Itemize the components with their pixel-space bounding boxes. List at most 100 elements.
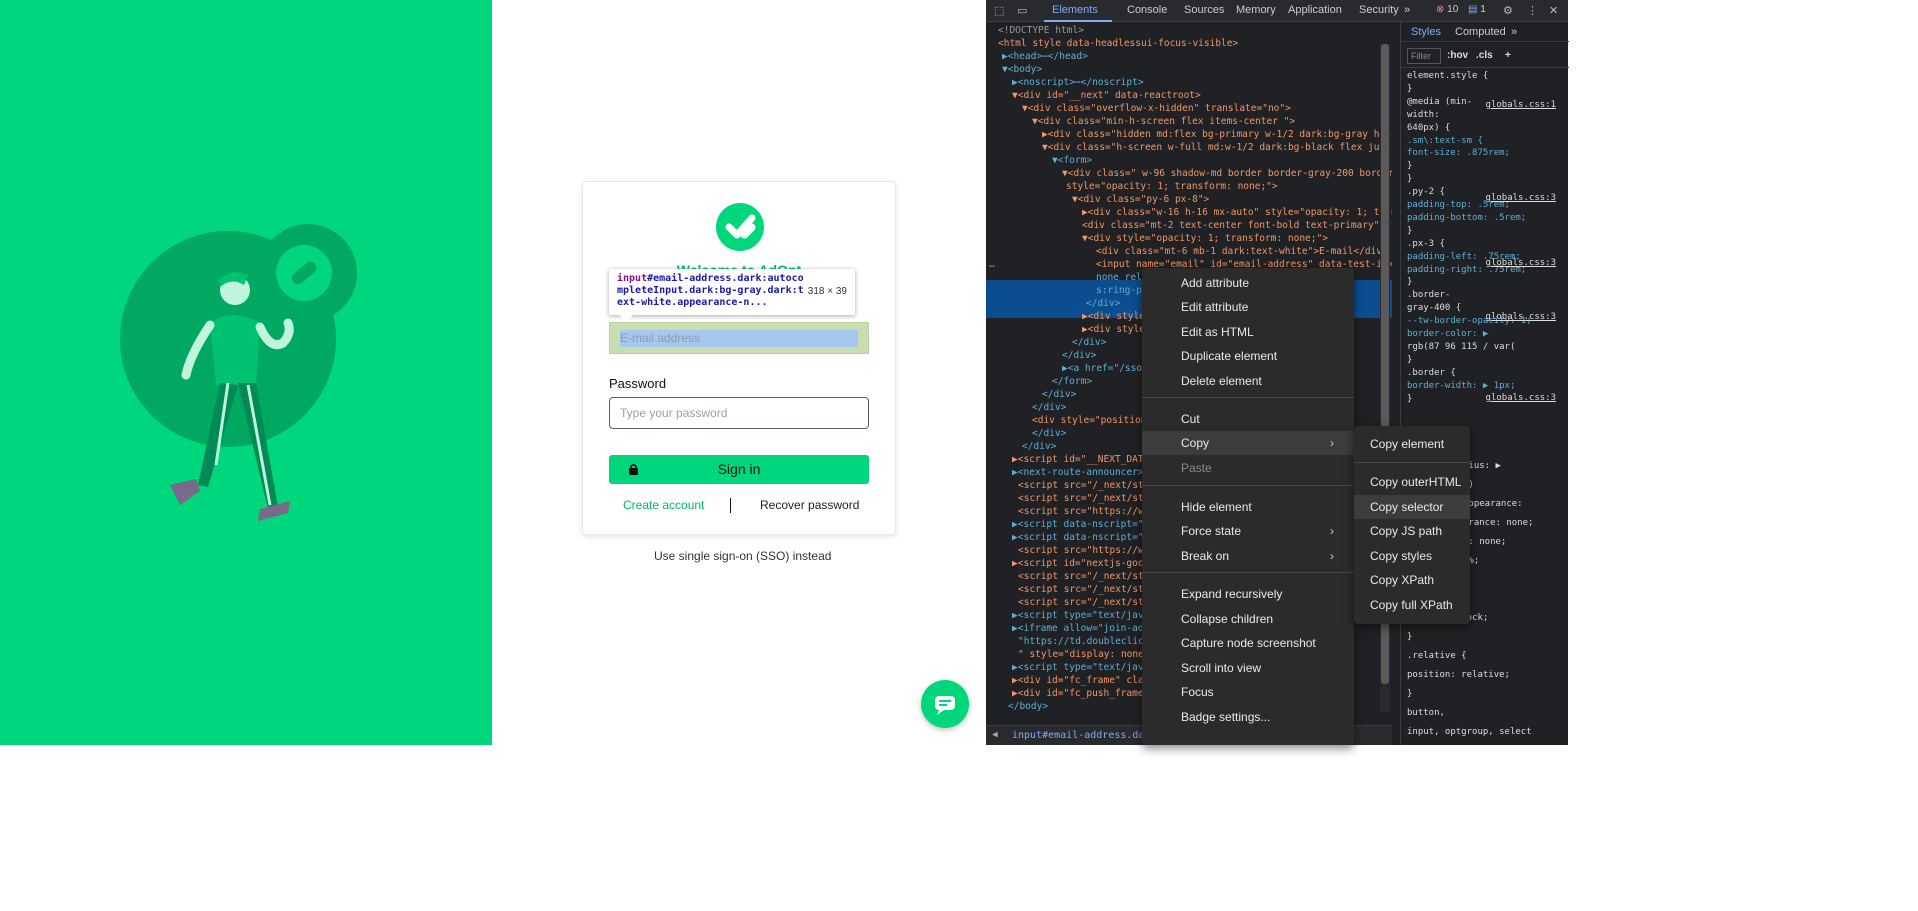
dom-node-line[interactable]: ▶<a href="/sso/ <box>1062 362 1148 375</box>
dom-node-line[interactable]: </form> <box>1052 375 1092 388</box>
more-tabs-button[interactable]: » <box>1404 4 1410 16</box>
inspect-element-icon[interactable]: ⬚ <box>994 4 1004 17</box>
context-menu-item[interactable]: Force state › <box>1142 519 1354 543</box>
dom-node-line[interactable]: style="opacity: 1; transform: none;"> <box>1066 180 1278 193</box>
dom-node-line[interactable]: ▶<script id="nextjs-goog <box>1012 557 1149 570</box>
selected-node-ellipsis[interactable]: … <box>989 258 995 271</box>
dom-node-line[interactable]: ▼<div class="py-6 px-8"> <box>1072 193 1209 206</box>
style-rule-line[interactable]: input, optgroup, select <box>1407 726 1532 739</box>
style-rule-line[interactable]: width: <box>1407 109 1440 122</box>
dom-node-line[interactable]: </div> <box>1072 336 1106 349</box>
stylesheet-link[interactable]: globals.css:1 <box>1486 100 1556 110</box>
style-rule-line[interactable]: @media (min- <box>1407 96 1472 109</box>
style-rule-line[interactable]: .relative { <box>1407 650 1467 663</box>
dom-node-line[interactable]: ▶<div class="w-16 h-16 mx-auto" style="o… <box>1082 206 1392 219</box>
style-rule-line[interactable]: element.style { <box>1407 70 1488 83</box>
messages-badge[interactable]: ▤ 1 <box>1468 4 1486 15</box>
dom-node-line[interactable]: ▼<div class="h-screen w-full md:w-1/2 da… <box>1042 141 1392 154</box>
tab-computed[interactable]: Computed <box>1455 26 1506 38</box>
settings-gear-icon[interactable]: ⚙ <box>1503 4 1513 17</box>
device-toolbar-icon[interactable]: ▭ <box>1017 4 1027 17</box>
tab-security[interactable]: Security <box>1359 4 1399 16</box>
tab-styles[interactable]: Styles <box>1411 26 1441 38</box>
tab-console[interactable]: Console <box>1127 4 1167 16</box>
dom-node-line[interactable]: ▼<div id="__next" data-reactroot> <box>1012 89 1201 102</box>
context-menu-item[interactable]: Scroll into view <box>1142 656 1354 680</box>
tab-memory[interactable]: Memory <box>1236 4 1276 16</box>
style-rule-line[interactable]: border-color: ▶ <box>1407 328 1488 341</box>
context-menu-item[interactable]: Edit as HTML <box>1142 320 1354 344</box>
context-menu-item[interactable]: Badge settings... <box>1142 705 1354 729</box>
style-rule-line[interactable]: } <box>1407 173 1412 186</box>
style-rule-line[interactable]: .py-2 { <box>1407 186 1445 199</box>
dom-node-line[interactable]: ▶<script data-nscript="a <box>1012 531 1149 544</box>
copy-submenu-item[interactable]: Copy full XPath <box>1354 593 1470 617</box>
dom-node-line[interactable]: ▶<script id="__NEXT_DATA <box>1012 453 1149 466</box>
dom-node-line[interactable]: </div> <box>1042 388 1076 401</box>
context-menu-item[interactable]: Hide element <box>1142 495 1354 519</box>
stylesheet-link[interactable]: globals.css:3 <box>1486 258 1556 268</box>
breadcrumb-left-arrow[interactable]: ◀ <box>992 729 998 740</box>
copy-submenu-item[interactable]: Copy element <box>1354 432 1470 456</box>
kebab-menu-icon[interactable]: ⋮ <box>1527 4 1538 17</box>
dom-node-line[interactable]: </div> <box>1032 401 1066 414</box>
dom-node-line[interactable]: <script src="/_next/sta <box>1018 570 1150 583</box>
dom-node-line[interactable]: ▼<div class=" w-96 shadow-md border bord… <box>1062 167 1392 180</box>
copy-submenu-item[interactable]: Copy outerHTML <box>1354 470 1470 494</box>
styles-filter-input[interactable]: Filter <box>1407 48 1441 64</box>
dom-node-line[interactable]: </body> <box>1008 700 1048 712</box>
style-rule-line[interactable]: border-width: ▶ 1px; <box>1407 380 1515 393</box>
style-rule-line[interactable]: padding-bottom: .5rem; <box>1407 212 1526 225</box>
style-rule-line[interactable]: } <box>1407 276 1412 289</box>
dom-node-line[interactable]: ▶<script type="text/java <box>1012 661 1149 674</box>
dom-node-line[interactable]: ▼<div style="opacity: 1; transform: none… <box>1082 232 1328 245</box>
style-rule-line[interactable]: .px-3 { <box>1407 238 1445 251</box>
dom-node-line[interactable]: ▶<div class="hidden md:flex bg-primary w… <box>1042 128 1392 141</box>
email-field[interactable]: E-mail address <box>609 322 869 354</box>
dom-node-line[interactable]: </div> <box>1062 349 1096 362</box>
password-field[interactable]: Type your password <box>609 397 869 429</box>
tab-sources[interactable]: Sources <box>1184 4 1224 16</box>
context-menu-item[interactable]: Delete element <box>1142 369 1354 393</box>
dom-node-line[interactable]: <script src="https://ww <box>1018 544 1150 557</box>
context-menu-item[interactable]: Edit attribute <box>1142 295 1354 319</box>
style-rule-line[interactable]: rgb(87 96 115 / var( <box>1407 341 1515 354</box>
dom-node-line[interactable]: <div class="mt-2 text-center font-bold t… <box>1082 219 1392 232</box>
context-menu-item[interactable]: Focus <box>1142 680 1354 704</box>
style-rule-line[interactable]: appearance: <box>1463 498 1523 511</box>
chat-widget-button[interactable] <box>921 680 969 728</box>
dom-node-line[interactable]: ▶<div style <box>1082 310 1145 323</box>
dom-node-line[interactable]: " style="display: none; <box>1018 648 1150 661</box>
context-menu-item[interactable]: Break on › <box>1142 544 1354 568</box>
hover-state-button[interactable]: :hov <box>1447 50 1468 61</box>
style-rule-line[interactable]: } <box>1407 83 1412 96</box>
dom-node-line[interactable]: <div class="mt-6 mb-1 dark:text-white">E… <box>1096 245 1388 258</box>
context-menu-item[interactable]: Collapse children <box>1142 607 1354 631</box>
dom-node-line[interactable]: ▶<script data-nscript="a <box>1012 518 1149 531</box>
new-rule-icon[interactable]: + <box>1505 50 1511 61</box>
errors-badge[interactable]: ⊗ 10 <box>1436 4 1458 15</box>
dom-node-line[interactable]: ▼<form> <box>1052 154 1092 167</box>
recover-password-link[interactable]: Recover password <box>760 498 859 512</box>
sign-in-button[interactable]: Sign in <box>609 455 869 484</box>
dom-node-line[interactable]: <script src="/_next/sta <box>1018 492 1150 505</box>
context-menu-item[interactable]: Copy › <box>1142 431 1354 455</box>
style-rule-line[interactable]: } <box>1407 688 1412 701</box>
style-rule-line[interactable]: font-size: .875rem; <box>1407 147 1510 160</box>
dom-node-line[interactable]: </div> <box>1086 297 1120 310</box>
copy-submenu-item[interactable]: Copy styles <box>1354 544 1470 568</box>
copy-submenu-item[interactable]: Copy JS path <box>1354 519 1470 543</box>
dom-node-line[interactable]: <script src="/_next/sta <box>1018 596 1150 609</box>
dom-node-line[interactable]: ▶<div style <box>1082 323 1145 336</box>
copy-submenu-item[interactable]: Copy XPath <box>1354 568 1470 592</box>
dom-node-line[interactable]: ▼<div class="overflow-x-hidden" translat… <box>1022 102 1291 115</box>
dom-node-line[interactable]: <script src="/_next/sta <box>1018 479 1150 492</box>
dom-node-line[interactable]: <script src="/_next/sta <box>1018 583 1150 596</box>
dom-node-line[interactable]: ▶<noscript>⋯</noscript> <box>1012 76 1144 89</box>
style-rule-line[interactable]: } <box>1407 225 1412 238</box>
dom-node-line[interactable]: </div> <box>1032 427 1066 440</box>
dom-node-line[interactable]: ▼<div class="min-h-screen flex items-cen… <box>1032 115 1295 128</box>
dom-node-line[interactable]: ▶<next-route-announcer> <box>1012 466 1144 479</box>
context-menu-item[interactable]: Expand recursively <box>1142 582 1354 606</box>
dom-node-line[interactable]: ▶<div id="fc_push_frame" <box>1012 687 1149 700</box>
